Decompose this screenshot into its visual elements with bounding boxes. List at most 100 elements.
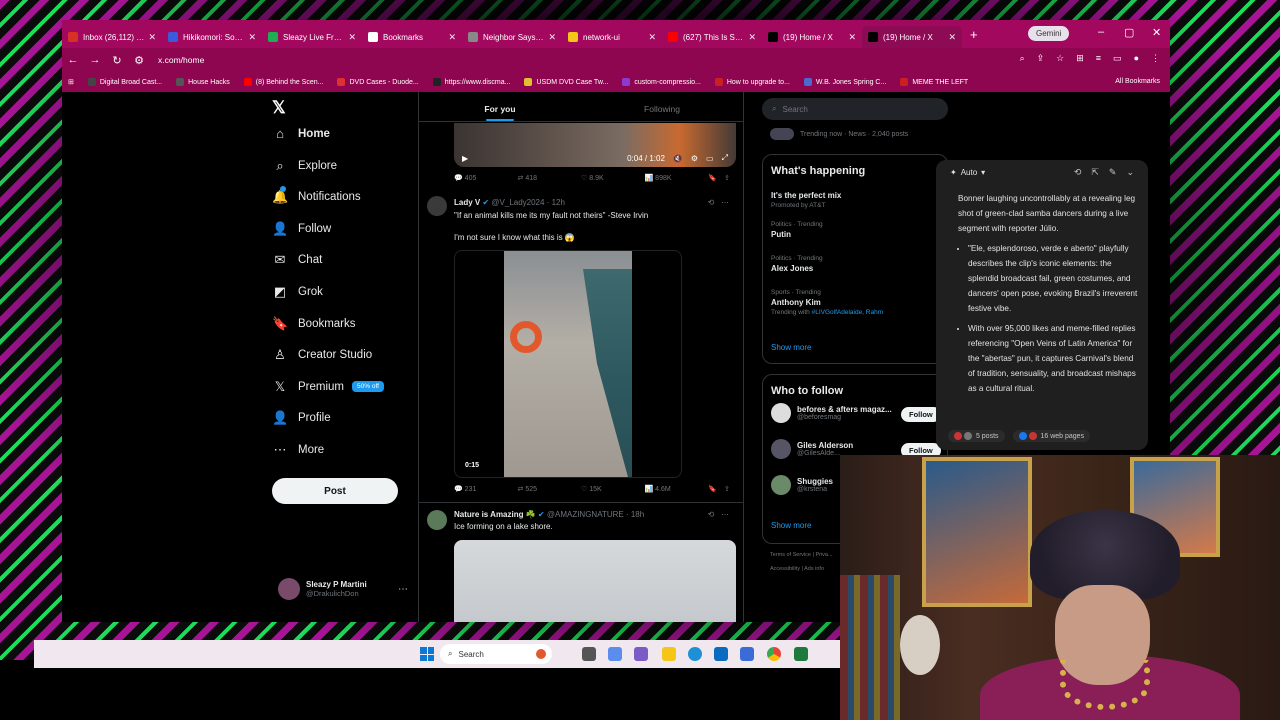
- browser-tab[interactable]: (19) Home / X ✕: [762, 26, 862, 48]
- bookmark-item[interactable]: custom-compressio...: [622, 78, 701, 86]
- reply-button[interactable]: 💬 405: [454, 174, 518, 182]
- avatar[interactable]: [427, 196, 447, 216]
- back-icon[interactable]: ←: [62, 54, 84, 66]
- views-count[interactable]: 📊 4.6M: [645, 485, 709, 493]
- video-player[interactable]: ▶ 0:04 / 1:02 🔇 ⚙ ▭ ⤢: [454, 123, 736, 167]
- app-icon[interactable]: [794, 647, 808, 661]
- bookmark-icon[interactable]: 🔖: [708, 174, 724, 182]
- open-tab-icon[interactable]: ⇱: [1091, 167, 1099, 178]
- nav-item-explore[interactable]: ⌕ Explore: [272, 158, 337, 174]
- show-more-link[interactable]: Show more: [771, 521, 811, 530]
- footer-line[interactable]: Accessibility | Ads info: [770, 562, 833, 576]
- x-logo-icon[interactable]: 𝕏: [272, 98, 286, 118]
- browser-tab[interactable]: network-ui ✕: [562, 26, 662, 48]
- bookmark-item[interactable]: https://www.discma...: [432, 78, 510, 86]
- close-window-icon[interactable]: ✕: [1152, 26, 1161, 39]
- bookmark-item[interactable]: USDM DVD Case Tw...: [524, 78, 608, 86]
- apps-icon[interactable]: ⊞: [68, 78, 74, 86]
- app-icon[interactable]: [740, 647, 754, 661]
- close-tab-icon[interactable]: ✕: [848, 32, 856, 43]
- teams-icon[interactable]: [634, 647, 648, 661]
- trend-item[interactable]: Sports · Trending Anthony Kim Trending wit…: [771, 289, 883, 316]
- nav-item-premium[interactable]: 𝕏 Premium 50% off: [272, 379, 384, 395]
- footer-links[interactable]: Terms of Service | Priva... Accessibilit…: [770, 548, 833, 576]
- store-icon[interactable]: [714, 647, 728, 661]
- tweet-image[interactable]: [454, 540, 736, 622]
- collapse-icon[interactable]: ⌄: [1126, 167, 1134, 178]
- trend-item[interactable]: Politics · Trending Alex Jones: [771, 255, 823, 273]
- show-more-link[interactable]: Show more: [771, 343, 811, 352]
- bookmark-item[interactable]: W.B. Jones Spring C...: [803, 78, 886, 86]
- footer-line[interactable]: Terms of Service | Priva...: [770, 548, 833, 562]
- media-icon[interactable]: ≡: [1096, 53, 1101, 64]
- close-tab-icon[interactable]: ✕: [948, 32, 956, 43]
- chrome-icon[interactable]: [767, 647, 781, 661]
- file-explorer-icon[interactable]: [662, 647, 676, 661]
- more-icon[interactable]: ⋯: [398, 584, 408, 595]
- nav-item-home[interactable]: ⌂ Home: [272, 126, 330, 141]
- close-tab-icon[interactable]: ✕: [348, 32, 356, 43]
- like-button[interactable]: ♡ 15K: [581, 485, 645, 493]
- browser-tab[interactable]: Hikikomori: Some ✕: [162, 26, 262, 48]
- reply-button[interactable]: 💬 231: [454, 485, 518, 493]
- bookmark-item[interactable]: How to upgrade to...: [714, 78, 790, 86]
- edge-icon[interactable]: [688, 647, 702, 661]
- browser-tab[interactable]: (19) Home / X ✕: [862, 26, 962, 48]
- url-field[interactable]: x.com/home: [158, 55, 204, 65]
- star-icon[interactable]: ☆: [1056, 53, 1064, 64]
- nav-item-more[interactable]: ⋯ More: [272, 442, 325, 458]
- follow-suggestion[interactable]: befores & afters magaz... @beforesmag: [771, 403, 892, 423]
- tweet-author[interactable]: Lady V: [454, 198, 480, 207]
- bookmark-item[interactable]: MEME THE LEFT: [900, 78, 968, 86]
- menu-icon[interactable]: ⋮: [1151, 53, 1160, 64]
- reload-icon[interactable]: ↻: [106, 54, 128, 67]
- share-icon[interactable]: ⇪: [724, 485, 734, 493]
- browser-tab[interactable]: Neighbor Says Ch ✕: [462, 26, 562, 48]
- trend-item[interactable]: It's the perfect mix Promoted by AT&T: [771, 189, 841, 209]
- search-input[interactable]: ⌕ Search: [762, 98, 948, 120]
- trend-item[interactable]: Politics · Trending Putin: [771, 221, 823, 239]
- close-tab-icon[interactable]: ✕: [648, 32, 656, 43]
- close-tab-icon[interactable]: ✕: [548, 32, 556, 43]
- tab-for-you[interactable]: For you: [419, 92, 581, 121]
- settings-icon[interactable]: ⚙: [691, 154, 698, 163]
- close-tab-icon[interactable]: ✕: [248, 32, 256, 43]
- close-tab-icon[interactable]: ✕: [448, 32, 456, 43]
- tweet-menu-icons[interactable]: ⟲ ⋯: [708, 510, 729, 519]
- play-icon[interactable]: ▶: [462, 154, 468, 163]
- sidepanel-icon[interactable]: ▭: [1113, 53, 1122, 64]
- close-tab-icon[interactable]: ✕: [148, 32, 156, 43]
- post-button[interactable]: Post: [272, 478, 398, 504]
- bookmark-item[interactable]: Digital Broad Cast...: [87, 78, 162, 86]
- fullscreen-icon[interactable]: ⤢: [722, 153, 728, 163]
- new-tab-icon[interactable]: +: [970, 27, 978, 42]
- new-chat-icon[interactable]: ✎: [1109, 167, 1117, 178]
- model-selector[interactable]: ✦ Auto ▾: [950, 168, 985, 177]
- browser-tab[interactable]: Sleazy Live From ✕: [262, 26, 362, 48]
- nav-item-bookmarks[interactable]: 🔖 Bookmarks: [272, 316, 356, 332]
- taskbar-search[interactable]: ⌕ Search: [440, 644, 552, 664]
- task-view-icon[interactable]: [582, 647, 596, 661]
- follow-suggestion[interactable]: Shuggies @krstena: [771, 475, 833, 495]
- browser-tab[interactable]: Inbox (26,112) - h ✕: [62, 26, 162, 48]
- browser-tab[interactable]: (627) This Is Serio ✕: [662, 26, 762, 48]
- account-switcher[interactable]: Sleazy P Martini @DrakulichDon ⋯: [278, 578, 408, 600]
- zoom-icon[interactable]: ⌕: [1020, 53, 1025, 64]
- retweet-button[interactable]: ⇄ 418: [518, 174, 582, 182]
- maximize-icon[interactable]: ▢: [1124, 26, 1134, 39]
- bookmark-item[interactable]: House Hacks: [176, 78, 230, 86]
- trend-snippet[interactable]: Trending now · News · 2,040 posts: [770, 128, 908, 140]
- nav-item-follow[interactable]: 👤 Follow: [272, 221, 331, 237]
- nav-item-chat[interactable]: ✉ Chat: [272, 252, 323, 268]
- extensions-icon[interactable]: ⊞: [1076, 53, 1084, 64]
- browser-tab[interactable]: Bookmarks ✕: [362, 26, 462, 48]
- site-info-icon[interactable]: ⚙: [128, 54, 150, 67]
- nav-item-notifications[interactable]: 🔔 Notifications: [272, 186, 361, 205]
- views-count[interactable]: 📊 898K: [645, 174, 709, 182]
- nav-item-profile[interactable]: 👤 Profile: [272, 410, 331, 426]
- copilot-icon[interactable]: [608, 647, 622, 661]
- share-icon[interactable]: ⇪: [724, 174, 734, 182]
- gemini-button[interactable]: Gemini: [1028, 26, 1070, 41]
- minimize-icon[interactable]: –: [1098, 26, 1104, 38]
- history-icon[interactable]: ⟲: [1074, 167, 1082, 178]
